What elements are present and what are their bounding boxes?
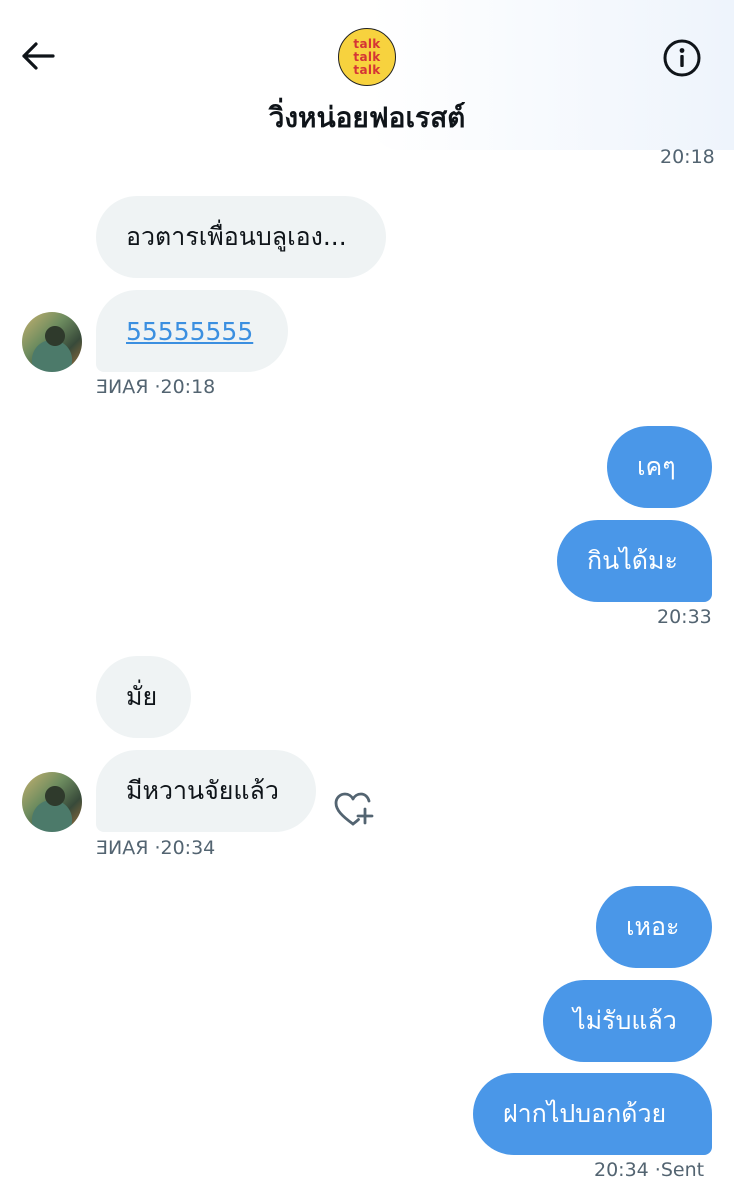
conversation-avatar-logo[interactable]: talk talk talk: [338, 28, 396, 86]
conversation-title: วิ่งหน่อยฟอเรสต์: [268, 101, 466, 134]
back-button[interactable]: [18, 36, 58, 76]
message-link[interactable]: 55555555: [126, 317, 253, 346]
message-meta: ƎИΑЯ ·20:34: [96, 837, 216, 859]
logo-text-2: talk: [353, 49, 381, 64]
info-icon: [663, 39, 701, 77]
message-timestamp: 20:18: [660, 146, 715, 168]
outgoing-message[interactable]: กินได้มะ: [557, 520, 712, 602]
outgoing-message[interactable]: ไม่รับแล้ว: [543, 980, 712, 1062]
message-meta: ƎИΑЯ ·20:18: [96, 376, 216, 398]
outgoing-message[interactable]: เคๆ: [607, 426, 712, 508]
message-timestamp: 20:33: [657, 606, 712, 628]
outgoing-message[interactable]: เหอะ: [596, 886, 712, 968]
incoming-message[interactable]: มั่ย: [96, 656, 191, 738]
incoming-message-link[interactable]: 55555555: [96, 290, 288, 372]
incoming-message[interactable]: อวตารเพื่อนบลูเอง...: [96, 196, 386, 278]
logo-text-3: talk: [353, 62, 381, 77]
info-button[interactable]: [660, 36, 704, 80]
sender-avatar[interactable]: [22, 312, 82, 372]
sender-avatar[interactable]: [22, 772, 82, 832]
back-arrow-icon: [22, 42, 55, 70]
incoming-message[interactable]: มีหวานจัยแล้ว: [96, 750, 316, 832]
logo-text-1: talk: [353, 36, 381, 51]
outgoing-message[interactable]: ฝากไปบอกด้วย: [473, 1073, 712, 1155]
heart-plus-icon[interactable]: [332, 790, 376, 830]
message-status: 20:34 ·Sent: [594, 1159, 705, 1181]
